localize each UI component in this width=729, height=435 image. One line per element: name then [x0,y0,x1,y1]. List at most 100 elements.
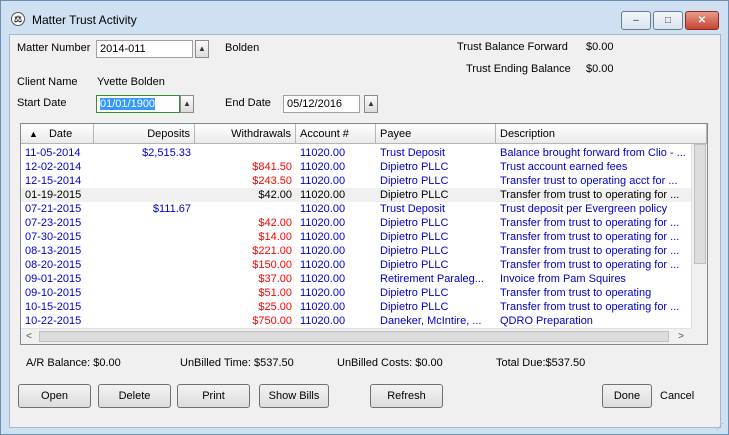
delete-button[interactable]: Delete [98,384,171,408]
cell-account: 11020.00 [300,217,346,229]
cell-withdrawals: $25.00 [258,301,292,313]
cell-withdrawals: $750.00 [252,315,292,327]
maximize-button[interactable]: □ [653,11,683,30]
cancel-button[interactable]: Cancel [660,390,694,402]
cell-account: 11020.00 [300,273,346,285]
scroll-left-icon[interactable]: < [21,329,37,344]
cell-account: 11020.00 [300,147,346,159]
table-row[interactable]: 11-05-2014 $2,515.33 11020.00 Trust Deposit… [21,146,691,160]
cell-description: Invoice from Pam Squires [500,273,626,285]
start-date-label: Start Date [17,97,67,109]
table-row[interactable]: 10-22-2015 $750.00 11020.00 Daneker, McInti… [21,314,691,328]
cell-description: Transfer from trust to operating for ... [500,231,680,243]
cell-date: 09-10-2015 [25,287,82,299]
close-button[interactable]: ✕ [685,11,719,30]
cell-withdrawals: $42.00 [258,189,292,201]
show-bills-button[interactable]: Show Bills [259,384,329,408]
cell-withdrawals: $150.00 [252,259,292,271]
window-title: Matter Trust Activity [32,13,137,27]
vertical-scroll-thumb[interactable] [694,144,706,264]
cell-description: Transfer from trust to operating for ... [500,217,680,229]
column-header-description[interactable]: Description [496,124,707,144]
cell-payee: Trust Deposit [380,147,446,159]
cell-deposits: $2,515.33 [142,147,191,159]
cell-withdrawals: $37.00 [258,273,292,285]
cell-description: Transfer from trust to operating [500,287,652,299]
cell-date: 07-21-2015 [25,203,82,215]
cell-withdrawals [195,202,296,216]
scroll-right-icon[interactable]: > [673,329,689,344]
table-row[interactable]: 12-15-2014 $243.50 11020.00 Dipietro PLLC Tr… [21,174,691,188]
print-button[interactable]: Print [177,384,250,408]
cell-description: Balance brought forward from Clio - ... [500,147,686,159]
cell-account: 11020.00 [300,245,346,257]
end-date-field[interactable]: 05/12/2016 [283,95,360,113]
cell-deposits [94,258,195,272]
cell-description: Trust deposit per Evergreen policy [500,203,668,215]
resize-grip-icon[interactable]: ⋰ [716,422,726,432]
trust-balance-forward-label: Trust Balance Forward [457,41,568,53]
column-header-date[interactable]: ▲ Date [21,124,94,144]
unbilled-time: UnBilled Time: $537.50 [180,357,294,369]
done-button[interactable]: Done [602,384,652,408]
end-date-picker-button[interactable]: ▲ [364,95,378,113]
table-row[interactable]: 09-10-2015 $51.00 11020.00 Dipietro PLLC Tra… [21,286,691,300]
cell-payee: Dipietro PLLC [380,217,449,229]
cell-withdrawals: $42.00 [258,217,292,229]
table-row[interactable]: 07-30-2015 $14.00 11020.00 Dipietro PLLC Tra… [21,230,691,244]
trust-ending-balance-value: $0.00 [586,63,614,75]
table-row[interactable]: 10-15-2015 $25.00 11020.00 Dipietro PLLC Tra… [21,300,691,314]
column-header-account[interactable]: Account # [296,124,376,144]
title-bar[interactable]: ⚖ Matter Trust Activity ‒ □ ✕ [1,1,728,34]
cell-date: 12-15-2014 [25,175,82,187]
table-row[interactable]: 08-13-2015 $221.00 11020.00 Dipietro PLLC Tr… [21,244,691,258]
cell-deposits [94,314,195,328]
trust-activity-table[interactable]: ▲ Date Deposits Withdrawals Account # Pa… [20,123,708,345]
cell-deposits [94,174,195,188]
horizontal-scrollbar[interactable]: < > [21,328,691,344]
refresh-button[interactable]: Refresh [370,384,443,408]
cell-date: 09-01-2015 [25,273,82,285]
column-header-deposits[interactable]: Deposits [94,124,195,144]
cell-date: 07-30-2015 [25,231,82,243]
matter-number-label: Matter Number [17,42,91,54]
cell-withdrawals: $14.00 [258,231,292,243]
table-row[interactable]: 12-02-2014 $841.50 11020.00 Dipietro PLLC Tr… [21,160,691,174]
end-date-label: End Date [225,97,271,109]
start-date-picker-button[interactable]: ▲ [180,95,194,113]
total-due: Total Due:$537.50 [496,357,586,369]
matter-number-field[interactable]: 2014-011 [96,40,193,58]
cell-account: 11020.00 [300,203,346,215]
cell-deposits [94,188,195,202]
matter-lookup-button[interactable]: ▲ [195,40,209,58]
table-row[interactable]: 07-23-2015 $42.00 11020.00 Dipietro PLLC Tra… [21,216,691,230]
column-header-payee[interactable]: Payee [376,124,496,144]
cell-date: 12-02-2014 [25,161,82,173]
cell-payee: Dipietro PLLC [380,245,449,257]
table-row[interactable]: 08-20-2015 $150.00 11020.00 Dipietro PLLC Tr… [21,258,691,272]
cell-payee: Dipietro PLLC [380,259,449,271]
vertical-scrollbar[interactable] [691,144,707,328]
table-row[interactable]: 01-19-2015 $42.00 11020.00 Dipietro PLLC Tra… [21,188,691,202]
table-row[interactable]: 07-21-2015 $111.67 11020.00 Trust Deposit Tr… [21,202,691,216]
horizontal-scroll-thumb[interactable] [39,331,669,342]
cell-date: 07-23-2015 [25,217,82,229]
open-button[interactable]: Open [18,384,91,408]
close-icon: ✕ [697,15,707,26]
client-name-label: Client Name [17,76,78,88]
cell-payee: Retirement Paraleg... [380,273,484,285]
scrollbar-corner [691,328,707,344]
column-header-withdrawals[interactable]: Withdrawals [195,124,296,144]
dialog-body: Matter Number 2014-011 ▲ Bolden Trust Ba… [9,34,721,428]
cell-payee: Dipietro PLLC [380,189,449,201]
cell-payee: Daneker, McIntire, ... [380,315,482,327]
start-date-field[interactable]: 01/01/1900 [96,95,180,113]
cell-date: 01-19-2015 [25,189,82,201]
table-row[interactable]: 09-01-2015 $37.00 11020.00 Retirement Paral… [21,272,691,286]
cell-payee: Dipietro PLLC [380,161,449,173]
minimize-icon: ‒ [633,15,639,26]
cell-deposits [94,300,195,314]
minimize-button[interactable]: ‒ [621,11,651,30]
cell-deposits [94,272,195,286]
cell-account: 11020.00 [300,259,346,271]
